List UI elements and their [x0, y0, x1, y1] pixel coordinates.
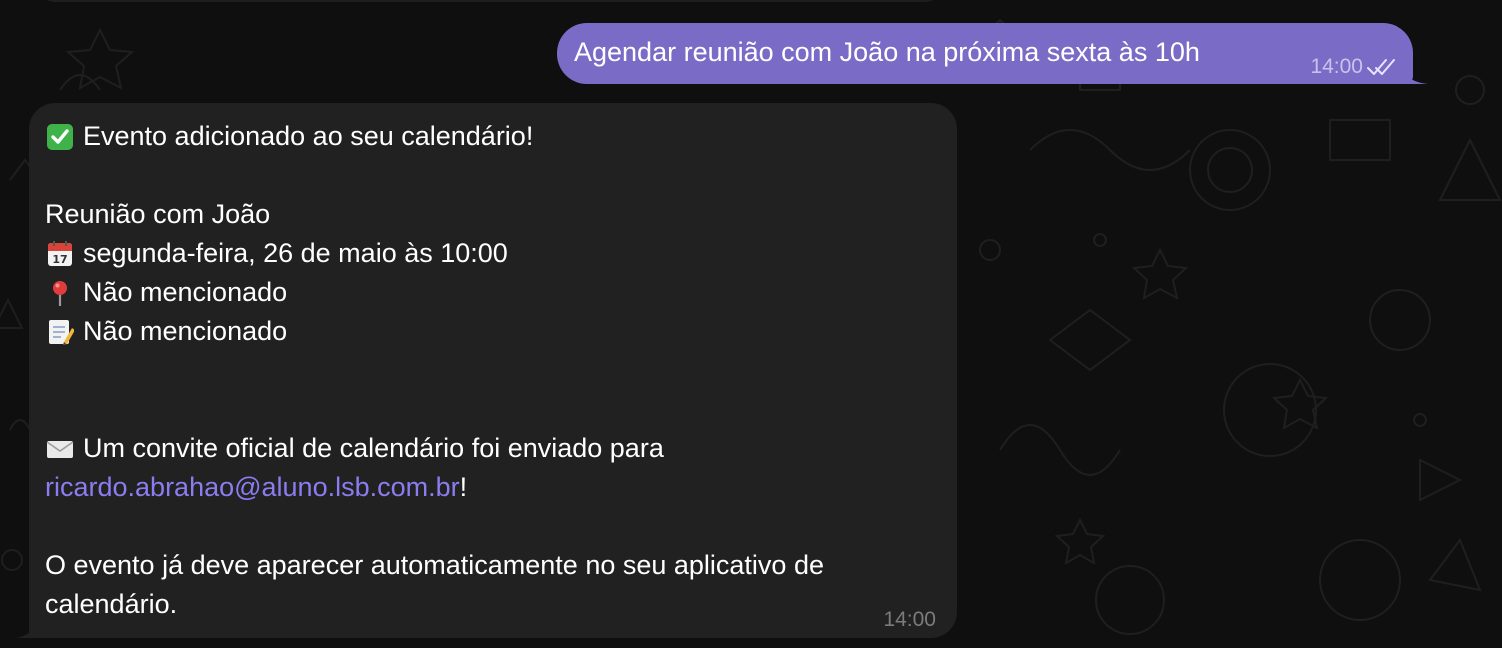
confirmation-line: Evento adicionado ao seu calendário!	[45, 117, 937, 156]
closing-text-1: O evento já deve aparecer automaticament…	[45, 550, 824, 580]
event-date-line: 17 segunda-feira, 26 de maio às 10:00	[45, 234, 937, 273]
outgoing-message-time: 14:00	[1310, 55, 1363, 78]
double-check-icon	[1367, 59, 1395, 75]
envelope-icon	[45, 434, 75, 464]
pin-icon	[45, 278, 75, 308]
event-title: Reunião com João	[45, 199, 271, 229]
event-location-line: Não mencionado	[45, 273, 937, 312]
event-date: segunda-feira, 26 de maio às 10:00	[83, 238, 508, 268]
invite-line: Um convite oficial de calendário foi env…	[45, 429, 937, 468]
closing-line-2: calendário.	[45, 585, 937, 624]
outgoing-message-bubble[interactable]: Agendar reunião com João na próxima sext…	[557, 23, 1413, 84]
chat-view: Agendar reunião com João na próxima sext…	[0, 0, 1502, 648]
email-link[interactable]: ricardo.abrahao@aluno.lsb.com.br	[45, 468, 460, 507]
closing-text-2: calendário.	[45, 589, 178, 619]
event-notes: Não mencionado	[83, 316, 288, 346]
invite-text: Um convite oficial de calendário foi env…	[83, 433, 664, 463]
check-mark-icon	[45, 122, 75, 152]
memo-icon	[45, 317, 75, 347]
incoming-bubble-tail	[15, 624, 35, 638]
event-title-line: Reunião com João	[45, 195, 937, 234]
event-location: Não mencionado	[83, 277, 288, 307]
outgoing-message-meta: 14:00	[1310, 55, 1397, 79]
svg-text:17: 17	[52, 253, 67, 266]
outgoing-message-text: Agendar reunião com João na próxima sext…	[574, 37, 1200, 67]
outgoing-bubble-tail	[1404, 70, 1428, 84]
event-notes-line: Não mencionado	[45, 312, 937, 351]
calendar-icon: 17	[45, 239, 75, 269]
previous-message-edge	[40, 0, 940, 2]
closing-line-1: O evento já deve aparecer automaticament…	[45, 546, 937, 585]
incoming-message-bubble[interactable]: Evento adicionado ao seu calendário! Reu…	[29, 103, 957, 638]
incoming-message-time: 14:00	[883, 608, 936, 631]
email-line: ricardo.abrahao@aluno.lsb.com.br !	[45, 468, 937, 507]
email-exclamation: !	[459, 472, 468, 502]
confirmation-text: Evento adicionado ao seu calendário!	[83, 121, 534, 151]
